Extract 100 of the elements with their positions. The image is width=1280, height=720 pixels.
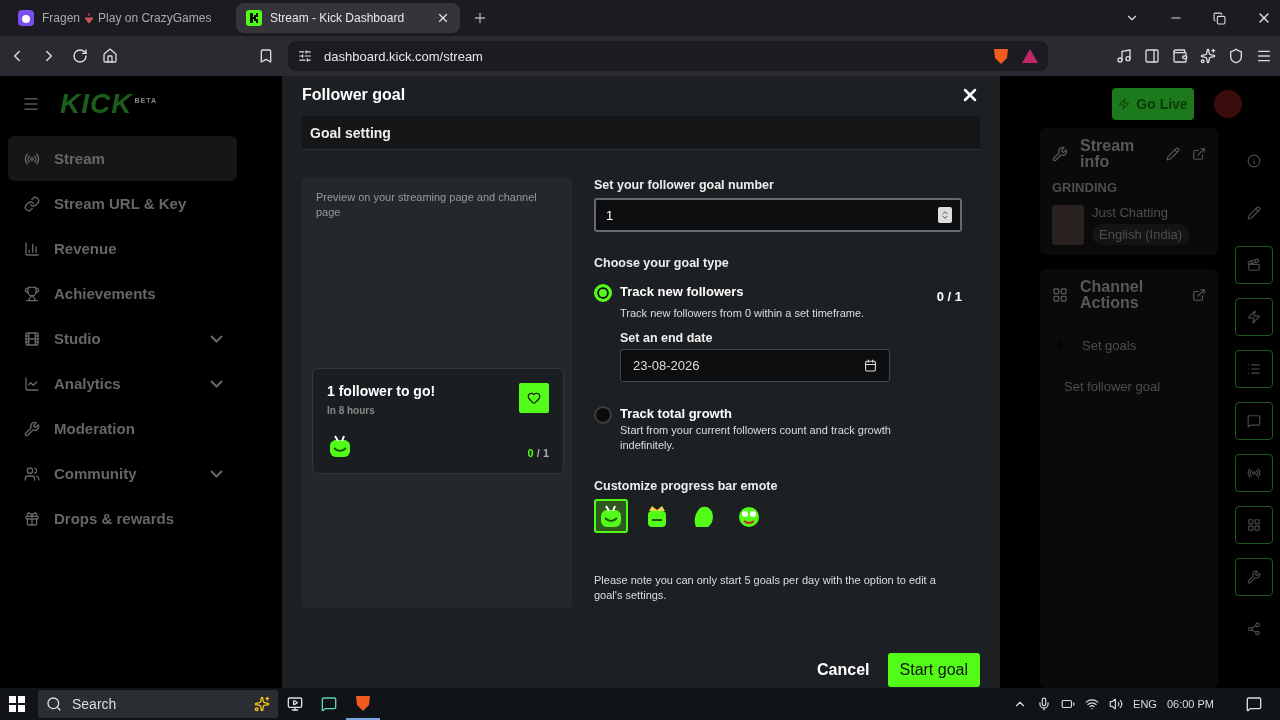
restore-icon[interactable] <box>1213 11 1226 25</box>
clock[interactable]: 06:00 PM <box>1166 698 1214 710</box>
option-description: Track new followers from 0 within a set timeframe. <box>620 306 866 321</box>
follower-count: 0 / 1 <box>936 289 962 304</box>
radio-button[interactable] <box>594 406 612 424</box>
site-settings-icon <box>298 49 312 63</box>
film-icon <box>1247 258 1261 272</box>
follower-count: 0 / 1 <box>527 447 549 459</box>
category-name: Just Chatting <box>1092 205 1168 220</box>
search-icon <box>46 696 62 712</box>
people-icon <box>24 465 40 482</box>
microphone-icon[interactable] <box>1037 697 1052 711</box>
music-icon[interactable] <box>1116 48 1132 64</box>
panel-title: Stream info <box>1080 138 1136 170</box>
heart-icon <box>527 391 541 405</box>
sidebar-icon[interactable] <box>1144 48 1160 64</box>
photo-placeholder <box>1052 205 1084 245</box>
language-tag: English (India) <box>1092 224 1190 245</box>
panel-toggle-button[interactable] <box>1235 246 1273 284</box>
panel-toggle-button[interactable] <box>1235 506 1273 544</box>
pop-out-icon[interactable] <box>1192 288 1206 302</box>
broadcast-icon <box>1247 466 1261 480</box>
notification-icon[interactable] <box>1246 696 1262 712</box>
panel-toggle-button[interactable] <box>1235 350 1273 388</box>
sidebar-item[interactable]: Stream <box>8 136 237 181</box>
task-view-icon[interactable] <box>287 696 303 712</box>
cancel-button[interactable]: Cancel <box>811 655 876 685</box>
date-field[interactable]: 23-08-2026 <box>620 349 890 382</box>
limit-note: Please note you can only start 5 goals per day with the option to edit a goal's settings. <box>594 573 937 603</box>
new-tab-icon[interactable] <box>472 10 488 26</box>
reload-icon[interactable] <box>72 48 88 64</box>
shield-icon[interactable] <box>1228 48 1244 64</box>
preview-caption: Preview on your streaming page and channel page <box>316 190 538 220</box>
film-icon <box>24 330 40 347</box>
panel-toggle-button[interactable] <box>1235 558 1273 596</box>
sidebar-item[interactable]: Studio <box>8 316 237 361</box>
address-text: dashboard.kick.com/stream <box>324 48 484 64</box>
up-down-icon <box>940 210 950 220</box>
spinner-icon[interactable] <box>938 207 952 223</box>
sidebar-item[interactable]: Drops & rewards <box>8 496 237 541</box>
go-live-button[interactable]: Go Live <box>1112 88 1194 120</box>
sidebar-item[interactable]: Revenue <box>8 226 237 271</box>
stream-title: GRINDING <box>1052 180 1118 195</box>
sparkle-icon <box>254 696 270 712</box>
menu-icon[interactable] <box>1256 48 1272 64</box>
home-icon[interactable] <box>102 48 118 64</box>
sidebar-item[interactable]: Moderation <box>8 406 237 451</box>
start-goal-button[interactable]: Start goal <box>887 653 980 687</box>
panel-title: Channel Actions <box>1080 279 1145 311</box>
kick-logo[interactable]: KICK$^{BETA}$ <box>60 88 157 120</box>
panel-toggle-button[interactable] <box>1235 402 1273 440</box>
lightning-icon <box>1247 310 1261 324</box>
windows-logo-icon[interactable] <box>9 696 25 712</box>
bar-chart-icon <box>24 240 40 257</box>
field-label: Customize progress bar emote <box>594 479 779 493</box>
pop-out-icon[interactable] <box>1192 147 1206 161</box>
date-value: 23-08-2026 <box>633 358 700 373</box>
goal-number-field[interactable]: 1 <box>594 198 962 232</box>
chat-icon <box>1247 414 1261 428</box>
dialog-title: Follower goal <box>302 86 406 104</box>
sidebar-item[interactable]: Analytics <box>8 361 237 406</box>
bookmark-icon[interactable] <box>258 48 274 64</box>
battery-icon[interactable] <box>1061 697 1076 711</box>
sidebar-item[interactable]: Stream URL & Key <box>8 181 237 226</box>
speaker-icon[interactable] <box>1109 697 1124 711</box>
option-title: Track total growth <box>620 406 732 421</box>
tab-title: Play on CrazyGames <box>98 11 212 25</box>
browser-tab[interactable]: Stream - Kick Dashboard <box>236 3 460 33</box>
triangle-icon[interactable] <box>1022 49 1038 63</box>
smiling-emote-icon <box>598 503 624 529</box>
sidebar-item[interactable]: Community <box>8 451 237 496</box>
field-label: Set an end date <box>620 331 714 345</box>
pencil-icon[interactable] <box>1166 147 1180 161</box>
close-icon[interactable] <box>436 11 450 25</box>
sparkle-icon[interactable] <box>1200 48 1216 64</box>
panel-toggle-button[interactable] <box>1235 298 1273 336</box>
language-indicator[interactable]: ENG <box>1133 698 1157 710</box>
sidebar-item[interactable]: Achievements <box>8 271 237 316</box>
option-title: Track new followers <box>620 284 744 301</box>
wrench-icon <box>24 420 40 437</box>
taskbar-search[interactable]: Search <box>38 690 278 718</box>
tab-title: Fragen <box>42 11 81 25</box>
action-item[interactable]: Set follower goal <box>1064 379 1206 394</box>
field-label: Set your follower goal number <box>594 178 775 192</box>
address-bar[interactable]: dashboard.kick.com/stream <box>288 41 1048 71</box>
field-label: Choose your goal type <box>594 256 730 270</box>
smiling-emote-icon <box>327 433 353 459</box>
wifi-icon[interactable] <box>1085 697 1100 711</box>
goal-title: 1 follower to go! <box>327 383 437 399</box>
wallet-icon[interactable] <box>1172 48 1188 64</box>
panel-toggle-button[interactable] <box>1235 454 1273 492</box>
back-link[interactable]: Set goals <box>1082 337 1137 353</box>
browser-tab[interactable]: Fragen Play on CrazyGames <box>8 3 232 33</box>
wrench-icon <box>1052 146 1068 162</box>
game-logo-icon <box>18 10 34 26</box>
calendar-icon <box>864 359 877 372</box>
chat-app-icon[interactable] <box>321 696 337 712</box>
follow-button[interactable] <box>519 383 549 413</box>
k-logo-icon <box>246 10 262 26</box>
trophy-icon <box>24 285 40 302</box>
